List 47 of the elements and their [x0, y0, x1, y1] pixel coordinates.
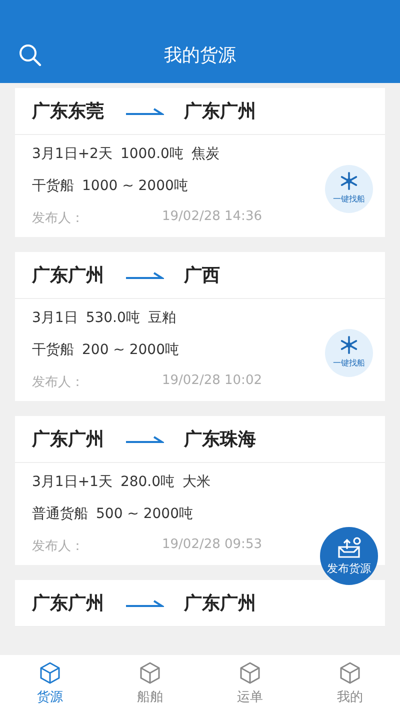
weight-text: 280.0吨	[120, 473, 175, 491]
cargo-text: 大米	[182, 473, 211, 491]
weight-text: 530.0吨	[86, 309, 140, 327]
ship-type-text: 干货船	[32, 341, 74, 359]
ship-range-text: 200 ~ 2000吨	[82, 341, 179, 359]
ship-range-text: 500 ~ 2000吨	[96, 505, 193, 523]
snowflake-icon	[340, 336, 358, 354]
origin-text: 广东广州	[32, 264, 104, 287]
publisher-label: 发布人：	[32, 210, 84, 227]
page-title: 我的货源	[164, 44, 236, 67]
date-text: 3月1日+1天	[32, 473, 112, 491]
publisher-label: 发布人：	[32, 374, 84, 391]
origin-text: 广东广州	[32, 428, 104, 451]
cargo-text: 焦炭	[191, 145, 220, 163]
weight-text: 1000.0吨	[120, 145, 184, 163]
cube-icon	[238, 660, 262, 684]
publish-time: 19/02/28 10:02	[162, 373, 262, 390]
cargo-card[interactable]: 广东东莞 广东广州 3月1日+2天 1000.0吨 焦炭 干货船 1000 ~ 2000吨 发布人： 19/02/28 14:36 一键找船	[15, 88, 385, 237]
publish-time: 19/02/28 09:53	[162, 537, 262, 554]
ship-type-text: 干货船	[32, 177, 74, 195]
destination-text: 广东广州	[184, 100, 256, 123]
find-ship-button[interactable]: 一键找船	[325, 165, 373, 213]
date-text: 3月1日+2天	[32, 145, 112, 163]
cargo-card[interactable]: 广东广州 广西 3月1日 530.0吨 豆粕 干货船 200 ~ 2000吨 发布人： 19/02/28 10:02 一键找船	[15, 252, 385, 401]
cargo-text: 豆粕	[148, 309, 176, 327]
cargo-card[interactable]: 广东广州 广东广州	[15, 580, 385, 627]
origin-text: 广东东莞	[32, 100, 104, 123]
box-upload-icon	[336, 536, 362, 558]
destination-text: 广西	[184, 264, 220, 287]
nav-tab[interactable]: 船舶	[100, 655, 200, 711]
date-text: 3月1日	[32, 309, 78, 327]
search-icon[interactable]	[18, 43, 42, 67]
origin-text: 广东广州	[32, 592, 104, 615]
ship-type-text: 普通货船	[32, 505, 88, 523]
destination-text: 广东广州	[184, 592, 256, 615]
publish-time: 19/02/28 14:36	[162, 209, 262, 226]
destination-text: 广东珠海	[184, 428, 256, 451]
cube-icon	[138, 660, 162, 684]
nav-tab[interactable]: 我的	[300, 655, 400, 711]
cube-icon	[38, 660, 62, 684]
find-ship-button[interactable]: 一键找船	[325, 329, 373, 377]
nav-tab[interactable]: 货源	[0, 655, 100, 711]
snowflake-icon	[340, 172, 358, 190]
publisher-label: 发布人：	[32, 538, 84, 555]
ship-range-text: 1000 ~ 2000吨	[82, 177, 188, 195]
nav-tab[interactable]: 运单	[200, 655, 300, 711]
cube-icon	[338, 660, 362, 684]
